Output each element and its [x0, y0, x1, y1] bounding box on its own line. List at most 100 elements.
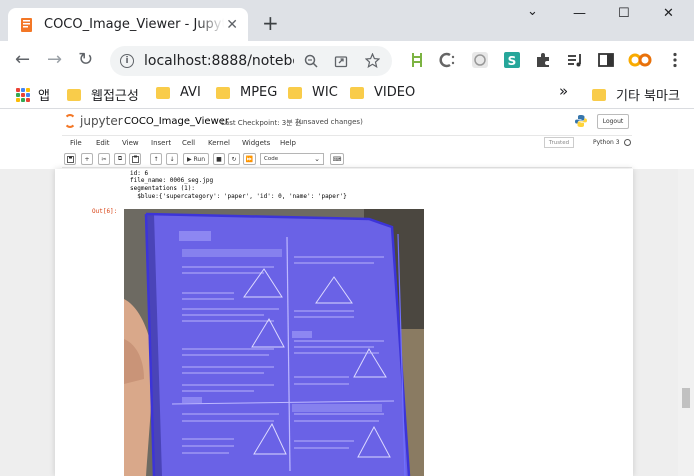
- browser-tab-active[interactable]: COCO_Image_Viewer - Jupyter Notebook ✕: [8, 8, 248, 41]
- page-scrollbar[interactable]: [678, 169, 694, 476]
- bookmark-folder-wic[interactable]: WIC: [288, 85, 338, 100]
- cut-cell-button[interactable]: ✂: [98, 153, 110, 165]
- folder-icon: [592, 88, 606, 101]
- menu-help[interactable]: Help: [280, 139, 296, 147]
- jupyter-notebook-favicon-icon: [21, 17, 32, 32]
- jupyter-header: jupyter COCO_Image_Viewer Last Checkpoin…: [0, 110, 694, 134]
- menu-cell[interactable]: Cell: [182, 139, 195, 147]
- colab-extension-icon[interactable]: [628, 51, 652, 69]
- notebook-name[interactable]: COCO_Image_Viewer: [124, 116, 229, 127]
- bookmark-folder-mpeg[interactable]: MPEG: [216, 85, 277, 100]
- forward-button[interactable]: →: [47, 49, 62, 70]
- unsaved-changes-label: (unsaved changes): [296, 118, 363, 126]
- menu-insert[interactable]: Insert: [151, 139, 171, 147]
- bookmark-folder-video[interactable]: VIDEO: [350, 85, 415, 100]
- menu-view[interactable]: View: [122, 139, 139, 147]
- move-down-button[interactable]: ↓: [166, 153, 178, 165]
- other-bookmarks-label: 기타 북마크: [616, 89, 680, 104]
- extensions-puzzle-icon[interactable]: [534, 51, 552, 69]
- share-icon[interactable]: [334, 54, 348, 68]
- new-tab-button[interactable]: +: [262, 13, 279, 33]
- apps-label: 앱: [38, 89, 50, 104]
- save-icon: [66, 155, 74, 163]
- media-control-icon[interactable]: [566, 51, 584, 69]
- output-image: [124, 209, 424, 476]
- bookmark-label: MPEG: [240, 85, 278, 100]
- logout-button[interactable]: Logout: [597, 114, 629, 129]
- jupyter-logo[interactable]: jupyter: [64, 114, 123, 128]
- svg-text:S: S: [508, 54, 517, 68]
- output-line: id: 6: [130, 170, 149, 177]
- bookmarks-bar: 앱 웹접근성 AVI MPEG WIC VIDEO » 기타 북마크: [0, 79, 694, 109]
- url-text[interactable]: localhost:8888/notebooks/COCO_Image_View…: [144, 53, 294, 69]
- move-up-button[interactable]: ↑: [150, 153, 162, 165]
- scrollbar-thumb[interactable]: [682, 388, 690, 408]
- folder-icon: [67, 88, 81, 101]
- browser-tab-strip: COCO_Image_Viewer - Jupyter Notebook ✕ +…: [0, 0, 694, 41]
- output-prompt: Out[6]:: [92, 208, 118, 215]
- zoom-icon[interactable]: [304, 54, 318, 68]
- paste-icon: [131, 155, 139, 163]
- restart-kernel-button[interactable]: ↻: [228, 153, 240, 165]
- bookmarks-overflow-button[interactable]: »: [559, 82, 568, 100]
- jupyter-logo-text: jupyter: [80, 114, 123, 128]
- minimize-window-button[interactable]: —: [573, 6, 586, 21]
- reload-button[interactable]: ↻: [78, 49, 93, 70]
- paste-cell-button[interactable]: [129, 153, 141, 165]
- apps-grid-icon: [16, 87, 30, 102]
- chevron-down-icon: ⌄: [314, 155, 320, 163]
- save-button[interactable]: [64, 153, 76, 165]
- menu-file[interactable]: File: [70, 139, 82, 147]
- site-info-icon[interactable]: i: [120, 54, 134, 68]
- jupyter-menubar: File Edit View Insert Cell Kernel Widget…: [62, 135, 632, 150]
- grid-extension-icon[interactable]: [471, 51, 489, 69]
- folder-icon: [350, 86, 364, 99]
- address-bar[interactable]: i localhost:8888/notebooks/COCO_Image_Vi…: [110, 46, 392, 76]
- menu-edit[interactable]: Edit: [96, 139, 110, 147]
- python-logo-icon: [575, 115, 587, 127]
- cell-type-select[interactable]: Code ⌄: [260, 153, 324, 165]
- command-palette-button[interactable]: ⌨: [330, 153, 344, 165]
- close-tab-icon[interactable]: ✕: [226, 17, 238, 33]
- bookmark-folder-avi[interactable]: AVI: [156, 85, 201, 100]
- browser-toolbar: ← → ↻ i localhost:8888/notebooks/COCO_Im…: [0, 41, 694, 79]
- bookmark-label: VIDEO: [374, 85, 416, 100]
- bookmark-label: WIC: [312, 85, 338, 100]
- output-line: file_name: 0006_seg.jpg: [130, 177, 214, 184]
- jupyter-toolbar: + ✂ ⧉ ↑ ↓ ▶ Run ■ ↻ ⏩ Code ⌄ ⌨: [62, 151, 632, 168]
- other-bookmarks-folder[interactable]: 기타 북마크: [592, 85, 680, 104]
- bookmark-label: AVI: [180, 85, 201, 100]
- folder-icon: [156, 86, 170, 99]
- bookmark-folder-accessibility[interactable]: 웹접근성: [67, 85, 139, 104]
- cell-type-value: Code: [264, 156, 279, 162]
- menu-kernel[interactable]: Kernel: [208, 139, 230, 147]
- folder-icon: [288, 86, 302, 99]
- trusted-indicator[interactable]: Trusted: [544, 137, 574, 148]
- menu-widgets[interactable]: Widgets: [242, 139, 270, 147]
- output-line: $blue:{'supercategory': 'paper', 'id': 0…: [130, 193, 347, 200]
- segmented-book-photo: [124, 209, 424, 476]
- bookmark-star-icon[interactable]: [365, 53, 380, 68]
- tab-search-icon[interactable]: ⌄: [527, 4, 538, 19]
- output-line: segmentations (1):: [130, 185, 196, 192]
- ladder-extension-icon[interactable]: [408, 51, 426, 69]
- copy-cell-button[interactable]: ⧉: [114, 153, 126, 165]
- bookmark-label: 웹접근성: [91, 89, 139, 104]
- interrupt-kernel-button[interactable]: ■: [213, 153, 225, 165]
- back-button[interactable]: ←: [15, 49, 30, 70]
- browser-menu-icon[interactable]: [666, 51, 684, 69]
- c-extension-icon[interactable]: [438, 51, 456, 69]
- kernel-name: Python 3: [593, 139, 620, 146]
- jupyter-logo-icon: [64, 114, 76, 128]
- close-window-button[interactable]: ✕: [663, 6, 674, 21]
- tab-title: COCO_Image_Viewer - Jupyter Notebook: [44, 17, 224, 32]
- folder-icon: [216, 86, 230, 99]
- restart-run-all-button[interactable]: ⏩: [243, 153, 256, 165]
- side-panel-icon[interactable]: [597, 51, 615, 69]
- s-extension-icon[interactable]: S: [503, 51, 521, 69]
- insert-cell-button[interactable]: +: [81, 153, 93, 165]
- maximize-window-button[interactable]: ☐: [618, 6, 630, 21]
- apps-shortcut[interactable]: 앱: [16, 85, 50, 104]
- run-button[interactable]: ▶ Run: [183, 153, 209, 165]
- kernel-idle-indicator-icon: [624, 139, 631, 146]
